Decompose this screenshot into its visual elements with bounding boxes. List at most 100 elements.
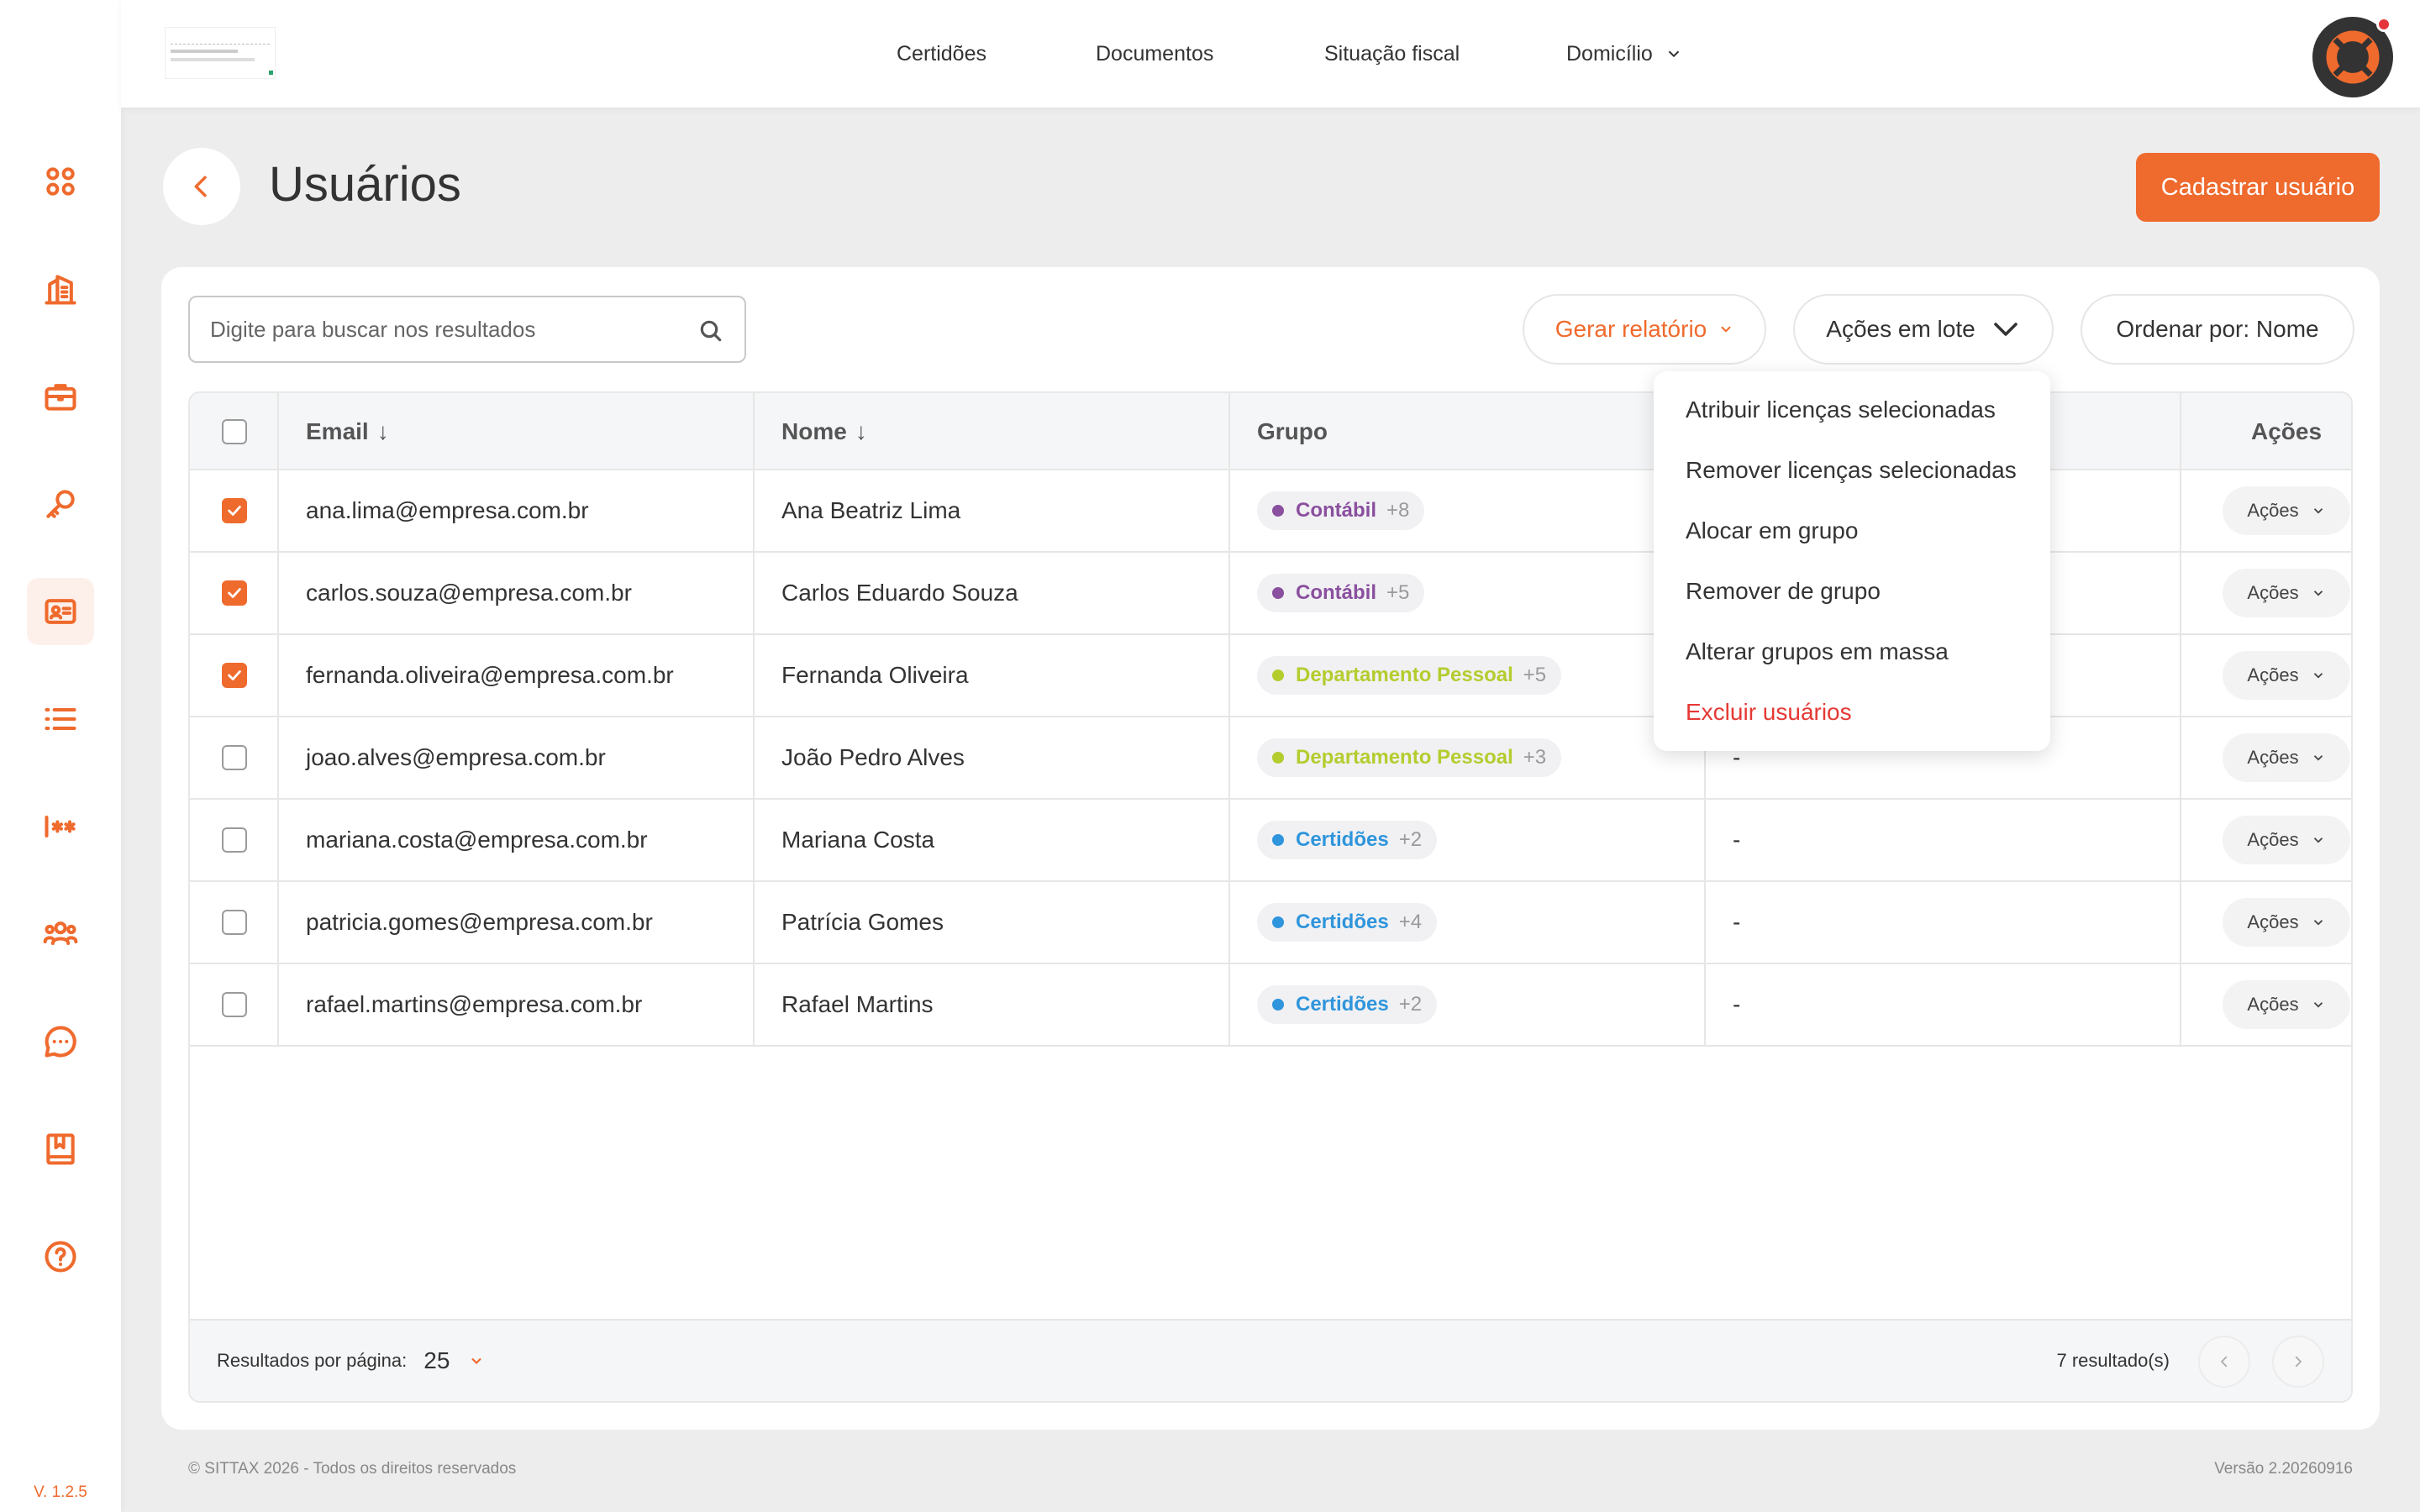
row-select-cell <box>222 470 247 551</box>
copyright-text: © SITTAX 2026 - Todos os direitos reserv… <box>188 1460 517 1478</box>
sort-arrow-icon: ↓ <box>855 418 867 444</box>
chevron-down-icon <box>1993 323 2018 336</box>
sidebar-item-teams[interactable] <box>27 900 94 968</box>
group-tag[interactable]: Certidões +2 <box>1257 985 1438 1024</box>
group-tag[interactable]: Contábil +8 <box>1257 491 1425 530</box>
group-color-dot <box>1272 505 1284 517</box>
chevron-down-icon <box>2313 673 2323 679</box>
sidebar-item-guides[interactable] <box>27 1116 94 1183</box>
row-group-cell: Certidões +4 <box>1257 882 1438 963</box>
row-extra: - <box>1733 909 1741 935</box>
row-checkbox[interactable] <box>222 745 247 770</box>
sidebar-item-lists[interactable] <box>27 685 94 753</box>
row-actions-cell: Ações <box>2218 882 2351 963</box>
row-actions-label: Ações <box>2247 747 2299 768</box>
sidebar-item-companies[interactable] <box>27 255 94 323</box>
sort-by-button[interactable]: Ordenar por: Nome <box>2081 294 2354 365</box>
group-tag[interactable]: Departamento Pessoal +5 <box>1257 656 1562 695</box>
row-actions-button[interactable]: Ações <box>2223 816 2350 864</box>
row-actions-button[interactable]: Ações <box>2223 486 2350 535</box>
column-header-email[interactable]: Email ↓ <box>306 393 389 470</box>
menu-item-assign-licenses[interactable]: Atribuir licenças selecionadas <box>1686 393 1996 427</box>
sidebar-item-services[interactable] <box>27 363 94 430</box>
group-tag-more: +2 <box>1398 993 1423 1016</box>
page-title: Usuários <box>269 157 461 212</box>
row-checkbox[interactable] <box>222 827 247 853</box>
row-email: patricia.gomes@empresa.com.br <box>306 909 653 935</box>
row-checkbox[interactable] <box>222 910 247 935</box>
group-tag[interactable]: Contábil +5 <box>1257 574 1425 612</box>
row-email: mariana.costa@empresa.com.br <box>306 827 648 853</box>
row-select-cell <box>222 635 247 716</box>
table-row[interactable]: patricia.gomes@empresa.com.br Patrícia Go… <box>190 882 2351 964</box>
sidebar-item-help[interactable] <box>27 1223 94 1290</box>
nav-domicilio[interactable]: Domicílio <box>1566 0 1683 108</box>
row-checkbox[interactable] <box>222 992 247 1017</box>
sittax-logo-icon <box>2326 30 2380 84</box>
row-name: Patrícia Gomes <box>781 909 944 935</box>
row-group-cell: Certidões +2 <box>1257 800 1438 880</box>
row-checkbox[interactable] <box>222 498 247 523</box>
sidebar-item-passwords[interactable] <box>27 793 94 860</box>
nav-certidoes[interactable]: Certidões <box>897 0 986 108</box>
group-color-dot <box>1272 752 1284 764</box>
generate-report-button[interactable]: Gerar relatório <box>1523 294 1766 365</box>
group-tag[interactable]: Departamento Pessoal +3 <box>1257 738 1562 777</box>
column-header-nome[interactable]: Nome ↓ <box>781 393 867 470</box>
menu-item-bulk-change-groups[interactable]: Alterar grupos em massa <box>1686 635 1949 669</box>
next-page-button[interactable] <box>2272 1336 2324 1388</box>
row-actions-button[interactable]: Ações <box>2223 980 2350 1029</box>
sidebar-item-dashboard[interactable] <box>27 148 94 215</box>
nav-situacao-fiscal[interactable]: Situação fiscal <box>1324 0 1460 108</box>
row-checkbox[interactable] <box>222 580 247 606</box>
row-group-cell: Departamento Pessoal +5 <box>1257 635 1562 716</box>
table-row[interactable]: rafael.martins@empresa.com.br Rafael Mart… <box>190 964 2351 1047</box>
row-email: ana.lima@empresa.com.br <box>306 497 589 523</box>
select-all-checkbox[interactable] <box>222 419 247 444</box>
per-page-value[interactable]: 25 <box>424 1347 450 1374</box>
sidebar-item-chat[interactable] <box>27 1008 94 1075</box>
menu-item-remove-licenses[interactable]: Remover licenças selecionadas <box>1686 454 2017 487</box>
menu-item-allocate-group[interactable]: Alocar em grupo <box>1686 514 1858 548</box>
grid-circles-icon <box>46 167 75 196</box>
menu-item-remove-group[interactable]: Remover de grupo <box>1686 575 1881 608</box>
sidebar-item-users[interactable] <box>27 578 94 645</box>
search-input[interactable] <box>210 316 681 343</box>
register-user-button[interactable]: Cadastrar usuário <box>2136 153 2380 222</box>
row-actions-cell: Ações <box>2218 470 2351 551</box>
row-actions-button[interactable]: Ações <box>2223 651 2350 700</box>
group-tag-more: +2 <box>1398 828 1423 851</box>
row-actions-button[interactable]: Ações <box>2223 569 2350 617</box>
group-tag-label: Contábil <box>1296 499 1376 522</box>
chevron-left-icon <box>194 176 207 197</box>
select-all-cell <box>222 393 247 470</box>
nav-documentos[interactable]: Documentos <box>1096 0 1213 108</box>
sidebar-item-keys[interactable] <box>27 470 94 538</box>
checkmark-icon <box>228 588 241 598</box>
row-actions-label: Ações <box>2247 911 2299 932</box>
user-avatar[interactable] <box>2312 17 2393 97</box>
book-icon <box>46 1133 75 1165</box>
chevron-down-icon <box>1668 50 1680 58</box>
row-checkbox[interactable] <box>222 663 247 688</box>
prev-page-button[interactable] <box>2198 1336 2250 1388</box>
row-actions-button[interactable]: Ações <box>2223 733 2350 782</box>
group-tag[interactable]: Certidões +2 <box>1257 821 1438 859</box>
row-select-cell <box>222 800 247 880</box>
batch-actions-button[interactable]: Ações em lote <box>1793 294 2054 365</box>
chevron-down-icon[interactable] <box>468 1352 485 1369</box>
row-actions-button[interactable]: Ações <box>2223 898 2350 947</box>
back-button[interactable] <box>163 148 240 225</box>
search-icon[interactable] <box>697 318 724 344</box>
group-color-dot <box>1272 999 1284 1011</box>
group-tag-label: Certidões <box>1296 911 1389 933</box>
company-logo[interactable] <box>165 27 276 79</box>
row-actions-cell: Ações <box>2218 800 2351 880</box>
menu-item-delete-users[interactable]: Excluir usuários <box>1686 696 1852 729</box>
row-name: Rafael Martins <box>781 991 934 1017</box>
group-color-dot <box>1272 916 1284 928</box>
group-tag[interactable]: Certidões +4 <box>1257 903 1438 942</box>
table-row[interactable]: mariana.costa@empresa.com.br Mariana Cost… <box>190 800 2351 882</box>
row-actions-label: Ações <box>2247 829 2299 850</box>
chevron-down-icon <box>2313 591 2323 596</box>
